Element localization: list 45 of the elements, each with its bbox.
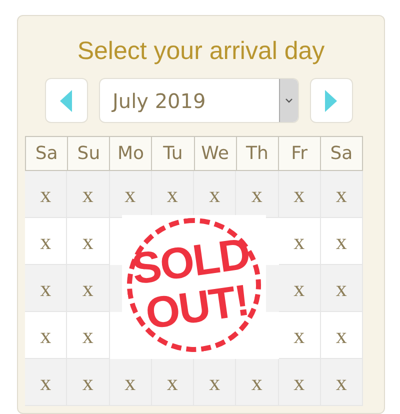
calendar-title: Select your arrival day: [77, 36, 325, 67]
day-cell: x: [25, 359, 68, 406]
day-cell: x: [278, 359, 321, 406]
left-triangle-icon: [60, 90, 72, 112]
day-cell: x: [67, 265, 110, 312]
day-cell: x: [67, 359, 110, 406]
day-cell: x: [236, 171, 278, 218]
day-cell: x: [152, 359, 194, 406]
chevron-down-icon: [284, 98, 292, 103]
previous-month-button[interactable]: [44, 78, 88, 123]
day-cell: x: [278, 265, 321, 312]
weekday-header: We: [194, 137, 237, 171]
day-cell: x: [320, 359, 363, 406]
day-cell: x: [25, 171, 68, 218]
weekday-header: Tu: [152, 137, 194, 171]
month-value: July 2019: [112, 88, 206, 114]
day-cell: x: [110, 359, 152, 406]
day-cell: x: [194, 171, 236, 218]
day-cell: x: [194, 359, 236, 406]
day-cell: x: [25, 265, 68, 312]
weekday-header: Mo: [110, 137, 152, 171]
weekday-header: Su: [68, 137, 110, 171]
next-month-button[interactable]: [310, 78, 352, 123]
day-cell: x: [320, 265, 363, 312]
day-cell: x: [278, 312, 321, 359]
day-cell: x: [25, 312, 68, 359]
weekday-header: Th: [236, 137, 279, 171]
day-cell: x: [25, 218, 68, 265]
day-cell: x: [152, 171, 194, 218]
dropdown-arrow-button[interactable]: [278, 79, 298, 122]
day-cell: x: [320, 218, 363, 265]
weekday-header: Fr: [278, 137, 321, 171]
weekday-header: Sa: [320, 137, 363, 171]
day-cell: x: [67, 218, 110, 265]
day-cell: x: [320, 312, 363, 359]
right-triangle-icon: [325, 90, 337, 112]
day-cell: x: [278, 218, 321, 265]
day-cell: x: [110, 171, 152, 218]
month-select[interactable]: July 2019: [98, 78, 298, 123]
day-cell: x: [278, 171, 321, 218]
weekday-header: Sa: [26, 137, 68, 171]
day-cell: x: [67, 171, 110, 218]
day-cell: x: [320, 171, 363, 218]
day-cell: x: [67, 312, 110, 359]
day-cell: x: [236, 359, 278, 406]
